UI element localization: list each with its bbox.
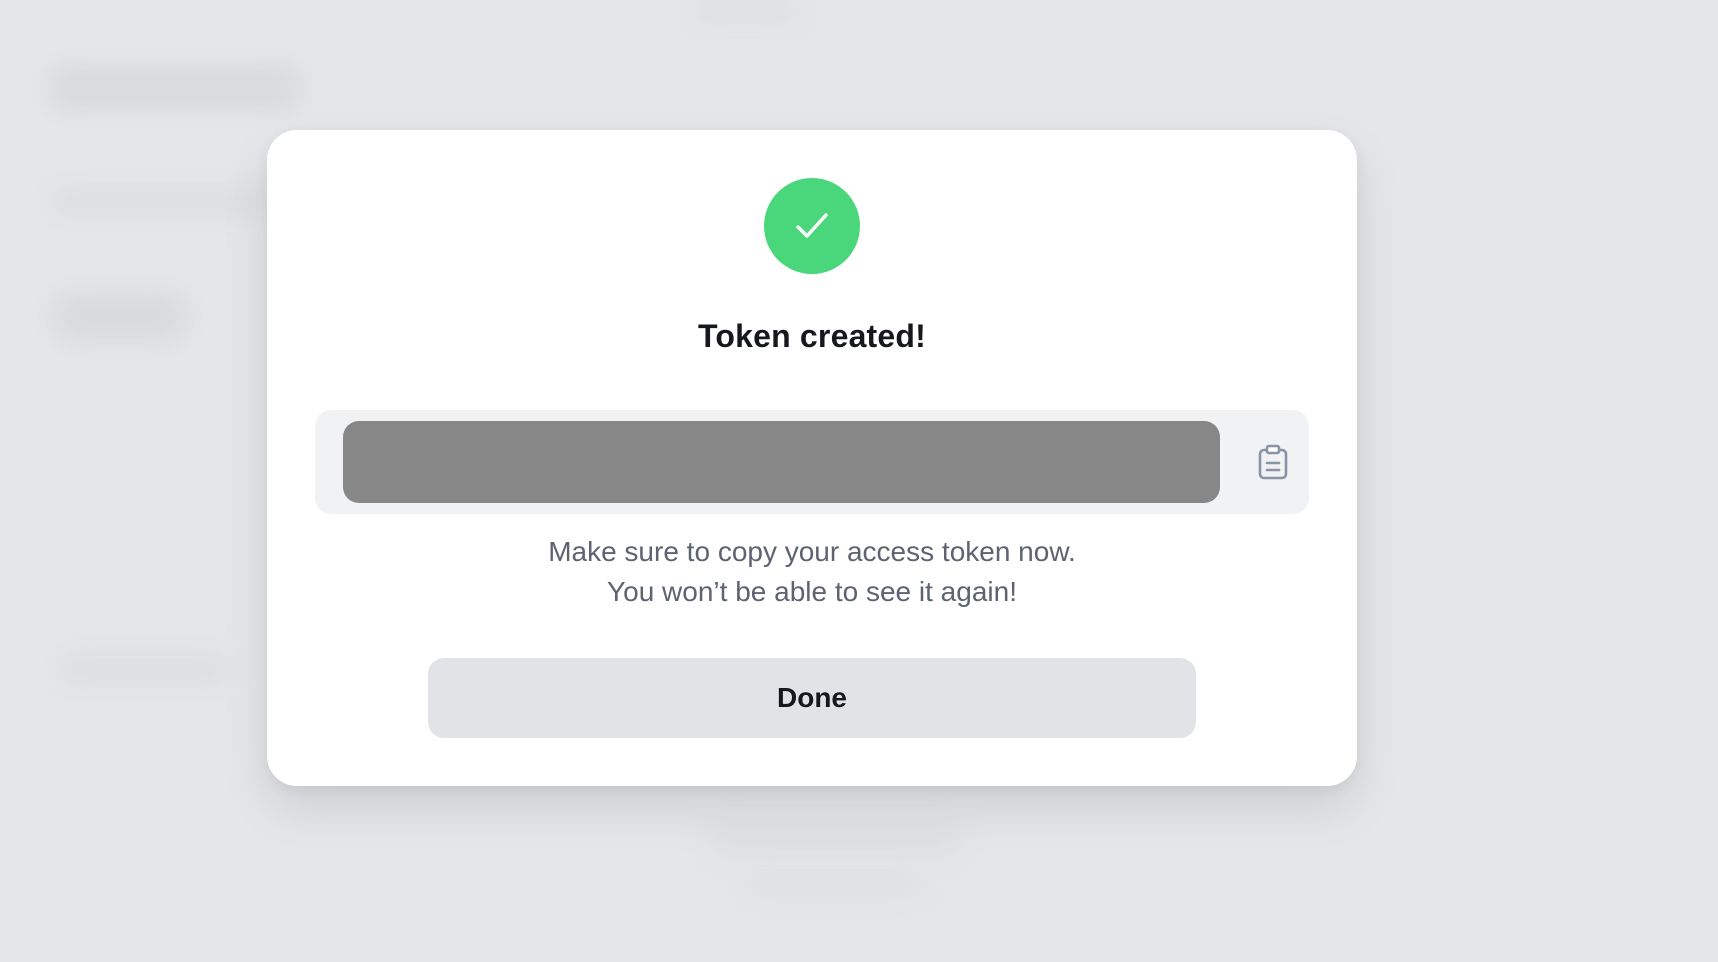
copy-warning-text: Make sure to copy your access token now.…	[267, 532, 1357, 612]
token-field[interactable]	[343, 421, 1220, 503]
blurred-background-element	[740, 875, 930, 899]
blurred-background-element	[50, 188, 270, 214]
copy-warning-line: You won’t be able to see it again!	[607, 576, 1017, 607]
blurred-background-element	[55, 295, 185, 339]
blurred-background-element	[50, 68, 300, 108]
blurred-background-element	[60, 655, 230, 683]
success-badge	[764, 178, 860, 274]
blurred-background-element	[690, 0, 800, 22]
checkmark-icon	[796, 213, 828, 238]
token-container	[315, 410, 1309, 514]
modal-title: Token created!	[697, 318, 927, 354]
blurred-background-element	[710, 825, 960, 855]
done-button[interactable]: Done	[428, 658, 1196, 738]
clipboard-icon	[1258, 444, 1288, 480]
copy-warning-line: Make sure to copy your access token now.	[548, 536, 1076, 567]
token-created-modal: Token created! Make sure to copy your ac…	[267, 130, 1357, 786]
copy-token-button[interactable]	[1253, 442, 1293, 482]
